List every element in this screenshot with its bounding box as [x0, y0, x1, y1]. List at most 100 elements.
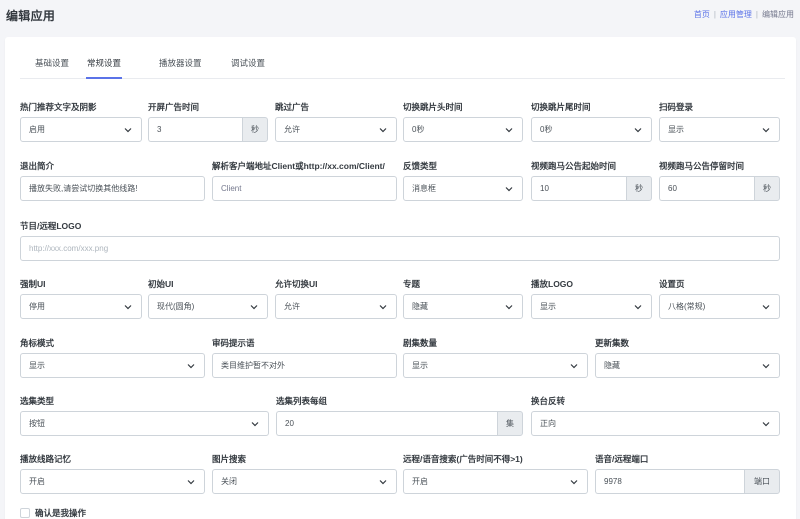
- breadcrumb-separator: |: [713, 10, 716, 19]
- chevron-down-icon: [505, 128, 513, 133]
- select-value: 隐藏: [412, 302, 428, 311]
- channel-reverse-select[interactable]: 正向: [531, 411, 780, 436]
- update-count-select[interactable]: 隐藏: [595, 353, 780, 378]
- tab-debug-settings[interactable]: 调试设置: [231, 57, 265, 79]
- page-title: 编辑应用: [6, 9, 56, 23]
- field-label: 反馈类型: [403, 161, 438, 171]
- breadcrumb-app-manage[interactable]: 应用管理: [720, 9, 752, 20]
- field-label: 视频跑马公告起始时间: [531, 161, 617, 171]
- chevron-down-icon: [187, 480, 195, 485]
- select-value: 按钮: [29, 419, 45, 428]
- field-label: 退出简介: [20, 161, 55, 171]
- field-label: 选集类型: [20, 396, 55, 406]
- exit-intro-input[interactable]: 播放失败,请尝试切换其他线路!: [20, 176, 205, 201]
- field-label: 切换跳片头时间: [403, 102, 463, 112]
- chevron-down-icon: [762, 128, 770, 133]
- field-label: 允许切换UI: [275, 279, 318, 289]
- field-label: 热门推荐文字及阴影: [20, 102, 97, 112]
- field-label: 解析客户端地址Client或http://xx.com/Client/: [212, 161, 385, 171]
- skip-ad-select[interactable]: 允许: [275, 117, 397, 142]
- ad-time-unit: 秒: [242, 117, 268, 142]
- chevron-down-icon: [187, 364, 195, 369]
- hot-text-shadow-select[interactable]: 启用: [20, 117, 142, 142]
- chevron-down-icon: [634, 128, 642, 133]
- select-value: 允许: [284, 302, 300, 311]
- field-label: 设置页: [659, 279, 685, 289]
- chevron-down-icon: [570, 364, 578, 369]
- episode-count-select[interactable]: 显示: [403, 353, 588, 378]
- chevron-down-icon: [124, 128, 132, 133]
- select-value: 现代(圆角): [157, 302, 195, 311]
- field-label: 专题: [403, 279, 421, 289]
- confirm-operation: 确认是我操作: [20, 507, 86, 519]
- select-value: 0秒: [540, 125, 553, 134]
- ad-time-input[interactable]: 3: [148, 117, 242, 142]
- select-value: 消息框: [412, 184, 436, 193]
- select-value: 开启: [412, 477, 428, 486]
- feedback-type-select[interactable]: 消息框: [403, 176, 523, 201]
- switch-ui-select[interactable]: 允许: [275, 294, 397, 319]
- init-ui-select[interactable]: 现代(圆角): [148, 294, 268, 319]
- breadcrumb-home[interactable]: 首页: [694, 9, 710, 20]
- field-label: 扫码登录: [659, 102, 694, 112]
- field-label: 播放LOGO: [531, 279, 574, 289]
- image-search-select[interactable]: 关闭: [212, 469, 397, 494]
- play-memory-select[interactable]: 开启: [20, 469, 205, 494]
- episode-per-row-input[interactable]: 20: [276, 411, 497, 436]
- corner-mode-select[interactable]: 显示: [20, 353, 205, 378]
- field-label: 跳过广告: [275, 102, 310, 112]
- settings-page-select[interactable]: 八格(常规): [659, 294, 780, 319]
- episode-type-select[interactable]: 按钮: [20, 411, 269, 436]
- select-value: 正向: [540, 419, 556, 428]
- force-ui-select[interactable]: 停用: [20, 294, 142, 319]
- restrict-tip-input[interactable]: 类目维护暂不对外: [212, 353, 397, 378]
- notice-start-unit: 秒: [626, 176, 652, 201]
- page-header: 编辑应用 首页 | 应用管理 | 编辑应用: [0, 0, 800, 30]
- field-label: 更新集数: [595, 338, 630, 348]
- client-parse-input[interactable]: Client: [212, 176, 397, 201]
- logo-url-input[interactable]: http://xxx.com/xxx.png: [20, 236, 780, 261]
- play-logo-select[interactable]: 显示: [531, 294, 652, 319]
- notice-stay-unit: 秒: [754, 176, 780, 201]
- chevron-down-icon: [379, 128, 387, 133]
- voice-port-input[interactable]: 9978: [595, 469, 744, 494]
- chevron-down-icon: [634, 305, 642, 310]
- field-label: 选集列表每组: [276, 396, 328, 406]
- confirm-checkbox[interactable]: [20, 508, 30, 518]
- breadcrumb: 首页 | 应用管理 | 编辑应用: [694, 9, 794, 20]
- tab-general-settings[interactable]: 常规设置: [86, 57, 123, 79]
- field-label: 节目/远程LOGO: [20, 221, 82, 231]
- select-value: 关闭: [221, 477, 237, 486]
- field-label: 初始UI: [148, 279, 174, 289]
- select-value: 八格(常规): [668, 302, 706, 311]
- field-label: 角标模式: [20, 338, 55, 348]
- intro-head-select[interactable]: 0秒: [403, 117, 523, 142]
- breadcrumb-separator: |: [755, 10, 758, 19]
- chevron-down-icon: [762, 305, 770, 310]
- field-label: 语音/远程端口: [595, 454, 649, 464]
- voice-port-unit: 端口: [744, 469, 780, 494]
- field-label: 视频跑马公告停留时间: [659, 161, 745, 171]
- chevron-down-icon: [251, 422, 259, 427]
- select-value: 隐藏: [604, 361, 620, 370]
- notice-start-input[interactable]: 10: [531, 176, 626, 201]
- select-value: 允许: [284, 125, 300, 134]
- field-label: 切换跳片尾时间: [531, 102, 591, 112]
- tab-basic-settings[interactable]: 基础设置: [35, 57, 69, 79]
- intro-tail-select[interactable]: 0秒: [531, 117, 652, 142]
- chevron-down-icon: [250, 305, 258, 310]
- field-label: 审码提示语: [212, 338, 255, 348]
- notice-stay-input[interactable]: 60: [659, 176, 754, 201]
- select-value: 启用: [29, 125, 45, 134]
- tab-player-settings[interactable]: 播放器设置: [159, 57, 202, 79]
- remote-voice-search-select[interactable]: 开启: [403, 469, 588, 494]
- field-label: 远程/语音搜索(广告时间不得>1): [403, 454, 523, 464]
- select-value: 停用: [29, 302, 45, 311]
- chevron-down-icon: [379, 305, 387, 310]
- chevron-down-icon: [762, 364, 770, 369]
- scan-login-select[interactable]: 显示: [659, 117, 780, 142]
- select-value: 显示: [29, 361, 45, 370]
- theme-select[interactable]: 隐藏: [403, 294, 523, 319]
- field-label: 换台反转: [531, 396, 566, 406]
- chevron-down-icon: [379, 480, 387, 485]
